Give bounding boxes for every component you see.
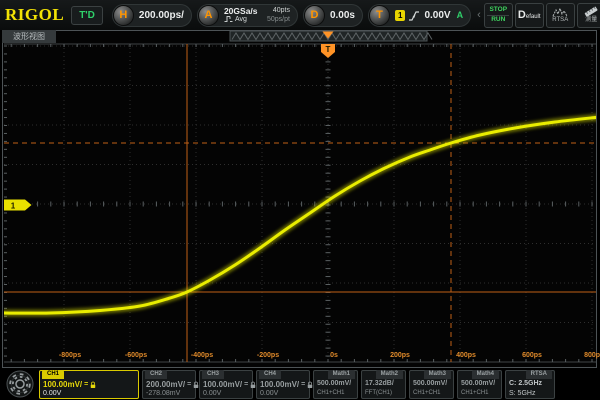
lock-icon bbox=[90, 381, 96, 389]
sample-rate: 20GSa/s bbox=[224, 7, 258, 16]
channel-box-ch4[interactable]: CH4 100.00mV/ = 0.00V bbox=[256, 370, 310, 399]
delay-knob[interactable]: D bbox=[304, 5, 325, 26]
math-source: CH1+CH1 bbox=[461, 390, 489, 396]
math-box-math1[interactable]: Math1 500.00mV/ CH1+CH1 bbox=[313, 370, 358, 399]
coupling-icon: = bbox=[244, 381, 248, 388]
trigger-slope-icon bbox=[408, 9, 420, 22]
acquire-mode-label: Avg bbox=[235, 16, 247, 23]
channel-scale: 100.00mV/ bbox=[203, 380, 242, 389]
time-per-point: 50ps/pt bbox=[267, 16, 290, 23]
math-tab: Math2 bbox=[376, 370, 403, 379]
coupling-icon: = bbox=[187, 381, 191, 388]
channel-offset: 0.00V bbox=[260, 390, 278, 397]
delay-group[interactable]: D 0.00s bbox=[303, 4, 363, 27]
math-scale: 17.32dB/ bbox=[365, 380, 394, 387]
channel-scale: 100.00mV/ bbox=[43, 380, 82, 389]
spectrum-icon bbox=[552, 7, 568, 17]
math-box-math3[interactable]: Math3 500.00mV/ CH1+CH1 bbox=[409, 370, 454, 399]
acquire-knob[interactable]: A bbox=[198, 5, 219, 26]
gear-icon bbox=[5, 369, 35, 399]
ruler-icon bbox=[583, 6, 599, 17]
delay-value: 0.00s bbox=[330, 10, 355, 21]
channel-box-ch2[interactable]: CH2 200.00mV/ = -278.08mV bbox=[142, 370, 196, 399]
math-scale: 500.00mV/ bbox=[317, 380, 351, 387]
rigol-logo: RIGOL bbox=[5, 5, 64, 25]
channel-tab: CH3 bbox=[202, 370, 224, 379]
rtsa-box-tab: RTSA bbox=[526, 370, 552, 379]
channel-status-bar: CH1 100.00mV/ = 0.00V CH2 200.00mV/ = -2… bbox=[0, 368, 600, 400]
ch1-trace bbox=[0, 117, 600, 313]
trigger-level-value: 0.00V bbox=[424, 10, 450, 21]
horizontal-scale-value: 200.00ps/ bbox=[139, 10, 184, 21]
measure-button-label: 测量 bbox=[585, 17, 597, 24]
top-toolbar: RIGOL T'D H 200.00ps/ A 20GSa/s 40pts Av… bbox=[0, 0, 600, 30]
stop-run-button[interactable]: STOP RUN bbox=[484, 3, 513, 28]
math-source: CH1+CH1 bbox=[413, 390, 441, 396]
trigger-knob[interactable]: T bbox=[369, 5, 390, 26]
ch1-ground-marker[interactable]: 1 bbox=[4, 200, 32, 211]
rtsa-span-freq: S: 5GHz bbox=[509, 390, 535, 397]
channel-offset: 0.00V bbox=[203, 390, 221, 397]
math-box-math4[interactable]: Math4 500.00mV/ CH1+CH1 bbox=[457, 370, 502, 399]
coupling-icon: = bbox=[84, 381, 88, 388]
channel-tab: CH2 bbox=[145, 370, 167, 379]
channel-scale: 200.00mV/ bbox=[146, 380, 185, 389]
memory-depth: 40pts bbox=[273, 7, 290, 14]
math-scale: 500.00mV/ bbox=[461, 380, 495, 387]
channel-tab: CH4 bbox=[259, 370, 281, 379]
math-source: FFT(CH1) bbox=[365, 390, 392, 396]
rtsa-center-freq: C: 2.5GHz bbox=[509, 380, 542, 387]
horizontal-scale-group[interactable]: H 200.00ps/ bbox=[112, 4, 192, 27]
rtsa-button-label: RTSA bbox=[552, 17, 568, 24]
math-tab: Math4 bbox=[472, 370, 499, 379]
stop-label: STOP bbox=[487, 6, 509, 15]
trigger-status-badge: T'D bbox=[71, 6, 103, 25]
toolbar-collapse-chevron[interactable]: ‹ bbox=[477, 9, 481, 21]
math-scale: 500.00mV/ bbox=[413, 380, 447, 387]
channel-box-ch3[interactable]: CH3 100.00mV/ = 0.00V bbox=[199, 370, 253, 399]
run-label: RUN bbox=[487, 16, 509, 24]
math-tab: Math1 bbox=[328, 370, 355, 379]
settings-gear-button[interactable] bbox=[4, 369, 36, 399]
math-source: CH1+CH1 bbox=[317, 390, 345, 396]
channel-box-ch1[interactable]: CH1 100.00mV/ = 0.00V bbox=[39, 370, 139, 399]
default-button[interactable]: Default bbox=[515, 3, 544, 28]
trigger-source-chip[interactable]: 1 bbox=[395, 10, 405, 21]
trigger-sweep-mode: A bbox=[457, 10, 464, 20]
timebase-scrollbar[interactable] bbox=[230, 31, 432, 41]
channel-offset: 0.00V bbox=[43, 390, 61, 397]
trigger-group[interactable]: T 1 0.00V A bbox=[368, 4, 471, 27]
svg-text:1: 1 bbox=[11, 202, 16, 211]
rtsa-status-box[interactable]: RTSA C: 2.5GHz S: 5GHz bbox=[505, 370, 555, 399]
measure-button[interactable]: 测量 bbox=[577, 3, 600, 28]
acquisition-group[interactable]: A 20GSa/s 40pts Avg 50ps/pt bbox=[197, 4, 298, 27]
channel-offset: -278.08mV bbox=[146, 390, 180, 397]
trigger-position-flag[interactable]: T bbox=[321, 44, 335, 58]
rtsa-button[interactable]: RTSA bbox=[546, 3, 575, 28]
coupling-icon: = bbox=[301, 381, 305, 388]
channel-scale: 100.00mV/ bbox=[260, 380, 299, 389]
waveform-plot[interactable]: T1 bbox=[0, 0, 600, 400]
waveform-view-tab[interactable]: 波形视图 bbox=[2, 30, 56, 43]
channel-tab: CH1 bbox=[42, 370, 64, 379]
acquire-mode-icon bbox=[224, 15, 233, 23]
svg-text:T: T bbox=[326, 45, 331, 54]
math-tab: Math3 bbox=[424, 370, 451, 379]
math-box-math2[interactable]: Math2 17.32dB/ FFT(CH1) bbox=[361, 370, 406, 399]
horizontal-knob[interactable]: H bbox=[113, 5, 134, 26]
